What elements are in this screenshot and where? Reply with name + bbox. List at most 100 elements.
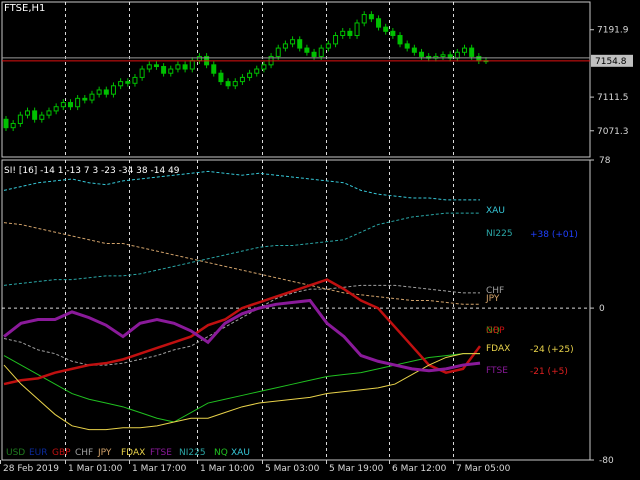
price-candles [3, 11, 489, 132]
candle-body [361, 14, 367, 24]
candle-body [53, 106, 59, 112]
chart-canvas[interactable]: 7191.9 7111.5 7071.3 7154.8 78 0 -80 XAU NI225 CH… [0, 0, 640, 480]
legend-item-chf: CHF [75, 448, 93, 458]
candle-body [125, 81, 131, 84]
price-axis-label: 7111.5 [597, 93, 629, 103]
series-line-chf [3, 284, 480, 366]
candle-body [340, 30, 346, 37]
candle-body [275, 47, 281, 57]
candle-body [225, 81, 231, 87]
candle-body [261, 64, 267, 70]
time-axis-label: 28 Feb 2019 [3, 464, 59, 474]
legend-item-xau: XAU [231, 448, 250, 458]
legend-item-gbp: GBP [52, 448, 71, 458]
candle-body [411, 47, 417, 53]
legend-item-eur: EUR [29, 448, 48, 458]
candle-body [146, 64, 152, 70]
indicator-axis-label: 0 [599, 304, 605, 314]
candle-body [118, 81, 124, 87]
line-label-xau: XAU [486, 206, 505, 216]
candle-body [103, 89, 109, 95]
price-axis-label: 7191.9 [597, 26, 629, 36]
candle-body [189, 60, 195, 70]
time-axis-label: 1 Mar 17:00 [132, 464, 187, 474]
candle-body [476, 55, 482, 62]
candle-body [182, 64, 188, 70]
candle-body [10, 122, 16, 129]
candle-body [282, 43, 288, 49]
time-axis-label: 1 Mar 10:00 [200, 464, 255, 474]
candle-body [304, 47, 310, 53]
time-axis-label: 5 Mar 03:00 [265, 464, 320, 474]
candle-body [254, 68, 260, 74]
candle-body [311, 51, 317, 57]
candle-body [397, 35, 403, 45]
candle-body [383, 26, 389, 32]
indicator-axis-label: -80 [599, 456, 614, 466]
candle-body [82, 97, 88, 101]
time-axis-label: 7 Mar 05:00 [456, 464, 511, 474]
value-label: -24 (+25) [530, 345, 574, 355]
candle-body [325, 43, 331, 49]
chart-window[interactable]: FTSE,H1 SI! [16] -14 1 -13 7 3 -23 -34 3… [0, 0, 640, 480]
candle-body [139, 68, 145, 78]
candle-body [46, 110, 52, 116]
indicator-lines [3, 170, 482, 431]
legend-item-usd: USD [6, 448, 25, 458]
candle-body [232, 81, 238, 87]
line-label-fdax: FDAX [486, 344, 510, 354]
candle-body [75, 97, 81, 108]
candle-body [32, 110, 38, 120]
series-line-ni225 [3, 212, 480, 286]
series-line-ftse [3, 298, 481, 373]
candle-body [419, 51, 425, 57]
candle-body [3, 118, 9, 129]
candle-body [440, 54, 446, 57]
candle-body [175, 64, 181, 70]
candle-body [211, 64, 217, 74]
candle-body [347, 30, 353, 37]
candle-body [454, 51, 460, 59]
candle-body [297, 39, 303, 49]
candle-body [218, 72, 224, 83]
candle-body [196, 55, 202, 62]
legend-item-jpy: JPY [97, 448, 112, 458]
series-line-jpy [3, 222, 480, 305]
line-label-ni225: NI225 [486, 229, 513, 239]
legend-item-ftse: FTSE [150, 448, 172, 458]
candle-body [39, 114, 45, 120]
time-axis-label: 1 Mar 01:00 [68, 464, 123, 474]
candle-body [469, 47, 475, 57]
candle-body [96, 89, 102, 95]
legend-item-nq: NQ [214, 448, 228, 458]
candle-body [376, 18, 382, 28]
candle-body [110, 85, 116, 95]
candle-body [390, 30, 396, 37]
time-axis-label: 5 Mar 19:00 [329, 464, 384, 474]
candle-body [161, 66, 167, 74]
time-axis-label: 6 Mar 12:00 [392, 464, 447, 474]
candle-body [168, 68, 174, 74]
candle-body [368, 14, 374, 20]
candle-body [24, 110, 30, 116]
candle-body [67, 102, 73, 108]
value-label: -21 (+5) [530, 367, 568, 377]
candle-body [89, 93, 95, 101]
candle-body [354, 22, 360, 37]
candle-body [318, 47, 324, 57]
series-line-nq [3, 353, 480, 423]
line-label-ftse: FTSE [486, 366, 508, 376]
series-line-xau [3, 170, 480, 201]
price-axis-label: 7071.3 [597, 127, 629, 137]
legend-item-fdax: FDAX [121, 448, 145, 458]
candle-body [404, 43, 410, 49]
line-label-jpy: JPY [485, 294, 500, 304]
indicator-panel-frame [1, 159, 591, 461]
candle-body [153, 64, 159, 68]
candle-body [333, 35, 339, 45]
candle-body [462, 47, 468, 53]
candle-body [17, 114, 23, 124]
candle-body [247, 72, 253, 78]
candle-body [290, 39, 296, 45]
candle-body [60, 102, 66, 108]
